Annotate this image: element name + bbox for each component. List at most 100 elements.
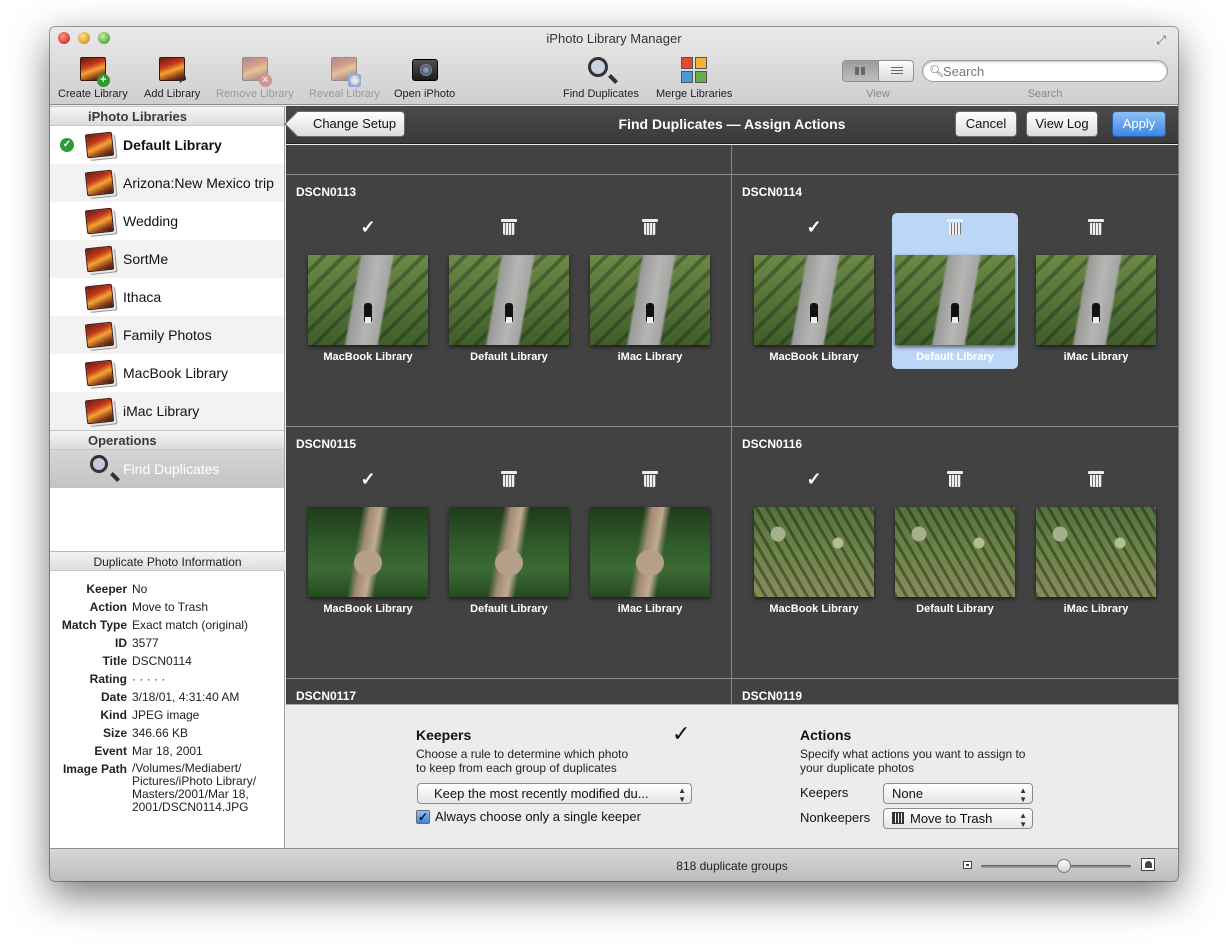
library-icon (84, 169, 115, 197)
sidebar-item-macbook-library[interactable]: MacBook Library (50, 354, 284, 392)
merge-libraries-button[interactable]: Merge Libraries (656, 55, 732, 100)
single-keeper-checkbox[interactable]: ✓ (416, 810, 430, 824)
duplicate-photo[interactable]: ✓ MacBook Library (751, 465, 877, 621)
photo-thumbnail[interactable] (1036, 255, 1156, 345)
trash-icon[interactable] (1088, 219, 1104, 235)
trash-icon[interactable] (501, 471, 517, 487)
duplicate-photo[interactable]: ✓ MacBook Library (305, 465, 431, 621)
sidebar-item-family-photos[interactable]: Family Photos (50, 316, 284, 354)
library-icon (84, 359, 115, 387)
find-duplicates-button[interactable]: Find Duplicates (563, 55, 639, 100)
cancel-button[interactable]: Cancel (955, 111, 1017, 137)
duplicate-photo[interactable]: iMac Library (1033, 465, 1159, 621)
sidebar-item-ithaca[interactable]: Ithaca (50, 278, 284, 316)
duplicate-photo[interactable]: Default Library (892, 465, 1018, 621)
keeper-rule-popup[interactable]: Keep the most recently modified du... ▲ ▼ (417, 783, 692, 804)
search-field[interactable]: 🔍︎ (922, 60, 1168, 82)
duplicate-photo[interactable]: Default Library (446, 465, 572, 621)
sidebar-item-wedding[interactable]: Wedding (50, 202, 284, 240)
add-library-label: Add Library (144, 88, 201, 100)
sidebar-item-sortme[interactable]: SortMe (50, 240, 284, 278)
trash-icon[interactable] (642, 471, 658, 487)
photo-thumbnail[interactable] (590, 255, 710, 345)
info-panel: Keeper No Action Move to Trash Match Type E… (50, 580, 285, 814)
keepers-action-popup[interactable]: None ▲ ▼ (883, 783, 1033, 804)
library-name: Arizona:New Mexico trip (123, 175, 274, 191)
trash-icon[interactable] (642, 219, 658, 235)
photo-thumbnail[interactable] (308, 255, 428, 345)
photo-thumbnail[interactable] (895, 255, 1015, 345)
info-key: Kind (100, 708, 127, 722)
library-name: MacBook Library (123, 365, 229, 381)
duplicate-photo[interactable]: ✓ MacBook Library (305, 213, 431, 369)
keep-check-icon[interactable]: ✓ (305, 469, 431, 489)
info-key: ID (115, 636, 127, 650)
view-log-button[interactable]: View Log (1026, 111, 1098, 137)
duplicate-group: DSCN0117 (286, 679, 731, 704)
photo-thumbnail[interactable] (590, 507, 710, 597)
keep-check-icon[interactable]: ✓ (751, 217, 877, 237)
zoom-in-icon[interactable] (1141, 858, 1155, 871)
library-icon (84, 207, 115, 235)
trash-icon[interactable] (947, 471, 963, 487)
keepers-title: Keepers (416, 727, 472, 743)
fullscreen-icon[interactable]: ⤢ (1156, 33, 1166, 48)
photo-thumbnail[interactable] (449, 507, 569, 597)
slider-knob[interactable] (1056, 859, 1071, 873)
nonkeepers-action-popup[interactable]: Move to Trash ▲ ▼ (883, 808, 1033, 829)
main-content: Change Setup Find Duplicates — Assign Ac… (286, 106, 1178, 848)
apply-button[interactable]: Apply (1112, 111, 1166, 137)
grid-view-icon[interactable] (843, 61, 879, 81)
duplicate-photo[interactable]: iMac Library (587, 213, 713, 369)
photo-thumbnail[interactable] (895, 507, 1015, 597)
duplicate-photo[interactable]: Default Library (892, 213, 1018, 369)
photo-thumbnail[interactable] (754, 507, 874, 597)
search-label: Search (1027, 88, 1063, 100)
duplicate-groups-grid[interactable]: DSCN0113 ✓ MacBook Library Default Library i… (286, 145, 1178, 704)
info-value: 3/18/01, 4:31:40 AM (132, 690, 240, 704)
info-key: Date (100, 690, 127, 704)
popup-arrows-icon: ▲ ▼ (678, 786, 686, 804)
view-mode-segmented-control[interactable] (842, 60, 914, 82)
find-duplicates-label: Find Duplicates (563, 88, 639, 100)
duplicate-photo[interactable]: Default Library (446, 213, 572, 369)
photo-library-caption: MacBook Library (323, 351, 413, 363)
view-label: View (866, 88, 890, 100)
group-title: DSCN0114 (742, 185, 803, 199)
create-library-button[interactable]: + Create Library (58, 55, 128, 100)
reveal-library-icon: ◉ (329, 55, 362, 87)
keep-check-icon[interactable]: ✓ (751, 469, 877, 489)
trash-icon[interactable] (1088, 471, 1104, 487)
photo-library-caption: iMac Library (1063, 351, 1129, 363)
merge-icon (679, 55, 709, 85)
trash-icon[interactable] (501, 219, 517, 235)
rating-value[interactable]: · · · · · (132, 670, 277, 688)
trash-icon[interactable] (947, 219, 963, 235)
duplicate-photo[interactable]: iMac Library (587, 465, 713, 621)
library-icon (84, 397, 115, 425)
add-library-button[interactable]: ↗ Add Library (144, 55, 200, 100)
sidebar-item-imac-library[interactable]: iMac Library (50, 392, 284, 430)
remove-library-button[interactable]: × Remove Library (216, 55, 294, 100)
keep-check-icon[interactable]: ✓ (305, 217, 431, 237)
open-iphoto-button[interactable]: Open iPhoto (394, 55, 455, 100)
zoom-out-icon[interactable] (963, 861, 972, 869)
status-bar: 818 duplicate groups (50, 848, 1178, 881)
photo-thumbnail[interactable] (754, 255, 874, 345)
duplicate-photo[interactable]: ✓ MacBook Library (751, 213, 877, 369)
single-keeper-label: Always choose only a single keeper (435, 809, 641, 824)
duplicate-photo[interactable]: iMac Library (1033, 213, 1159, 369)
info-value: Mar 18, 2001 (132, 744, 203, 758)
photo-thumbnail[interactable] (1036, 507, 1156, 597)
sidebar-item-find-duplicates[interactable]: Find Duplicates (50, 450, 284, 488)
search-input[interactable] (943, 63, 1153, 79)
photo-thumbnail[interactable] (449, 255, 569, 345)
sidebar-item-default-library[interactable]: ✓ Default Library (50, 126, 284, 164)
sidebar-item-arizona-new-mexico-trip[interactable]: Arizona:New Mexico trip (50, 164, 284, 202)
info-key: Action (89, 600, 127, 614)
info-value: 346.66 KB (132, 726, 189, 740)
reveal-library-button[interactable]: ◉ Reveal Library (309, 55, 380, 100)
group-title: DSCN0117 (296, 689, 357, 703)
photo-thumbnail[interactable] (308, 507, 428, 597)
camera-icon (410, 55, 440, 85)
